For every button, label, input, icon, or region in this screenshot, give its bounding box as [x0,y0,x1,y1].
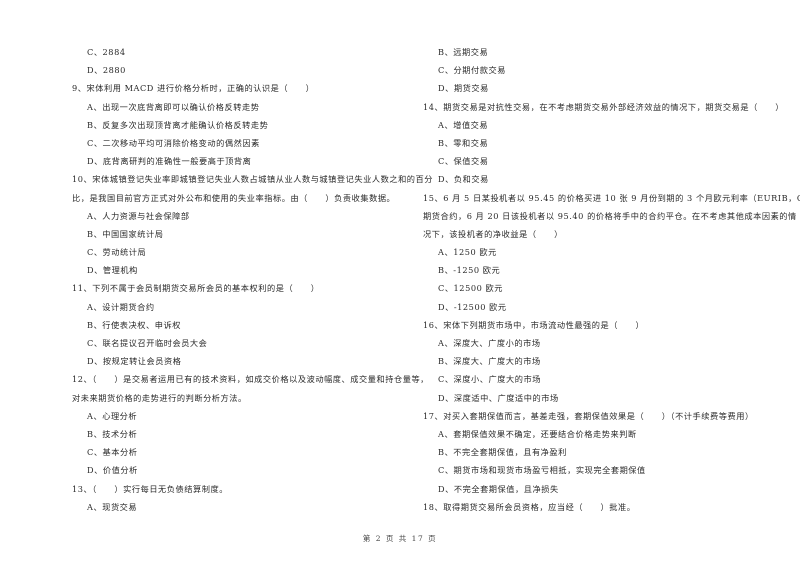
answer-option: C、分期付款交易 [438,65,506,76]
question-stem: 15、6 月 5 日某投机者以 95.45 的价格买进 10 张 9 月份到期的… [423,192,800,203]
answer-option: B、-1250 欧元 [438,265,501,276]
answer-option: D、管理机构 [87,265,138,276]
answer-option: A、套期保值效果不确定，还要结合价格走势来判断 [438,428,637,439]
question-stem: 12、（ ）是交易者运用已有的技术资料，如成交价格以及波动幅度、成交量和持仓量等… [72,374,429,385]
answer-option: A、心理分析 [87,410,138,421]
answer-option: D、-12500 欧元 [438,301,507,312]
question-stem: 14、期货交易是对抗性交易，在不考虑期货交易外部经济效益的情况下，期货交易是（ … [423,101,785,112]
question-stem-continuation: 况下，该投机者的净收益是（ ） [423,228,563,239]
answer-option: C、二次移动平均可消除价格变动的偶然因素 [87,137,260,148]
right-column: B、远期交易 C、分期付款交易 D、期货交易 14、期货交易是对抗性交易，在不考虑期货… [423,43,800,516]
question-stem-continuation: 期货合约，6 月 20 日该投机者以 95.40 的价格将手中的合约平仓。在不考… [423,210,797,221]
left-column: C、2884 D、2880 9、宋体利用 MACD 进行价格分析时，正确的认识是（ … [72,43,434,516]
answer-option: A、设计期货合约 [87,301,155,312]
question-stem-continuation: 对未来期货价格的走势进行的判断分析方法。 [72,392,247,403]
answer-option: C、联名提议召开临时会员大会 [87,338,208,348]
question-stem: 13、（ ）实行每日无负债结算制度。 [72,483,228,494]
answer-option: D、不完全套期保值，且净损失 [438,483,559,494]
answer-option: A、1250 欧元 [438,247,497,258]
question-stem: 10、宋体城镇登记失业率即城镇登记失业人数占城镇从业人数与城镇登记失业人数之和的… [72,174,434,185]
answer-option: C、期货市场和现货市场盈亏相抵，实现完全套期保值 [438,465,646,476]
answer-option: D、期货交易 [438,83,489,94]
answer-option: D、深度适中、广度适中的市场 [438,392,559,403]
answer-option: B、不完全套期保值，且有净盈利 [438,447,567,458]
question-stem: 17、对买入套期保值而言，基差走强，套期保值效果是（ ）（不计手续费等费用） [423,410,754,421]
answer-option: B、中国国家统计局 [87,228,164,239]
answer-option: B、深度大、广度大的市场 [438,356,541,367]
document-page: C、2884 D、2880 9、宋体利用 MACD 进行价格分析时，正确的认识是（ … [0,0,800,565]
answer-option: D、底背离研判的准确性一般要高于顶背离 [87,156,252,167]
answer-option: A、出现一次底背离即可以确认价格反转走势 [87,101,260,112]
answer-option: A、深度大、广度小的市场 [438,338,541,348]
answer-option: B、行使表决权、申诉权 [87,319,181,330]
question-stem: 11、下列不属于会员制期货交易所会员的基本权利的是（ ） [72,283,320,294]
answer-option: C、保值交易 [438,156,489,167]
question-stem-continuation: 比，是我国目前官方正式对外公布和使用的失业率指标。由（ ）负责收集数据。 [72,192,396,203]
answer-option: A、人力资源与社会保障部 [87,210,190,221]
answer-option: A、增值交易 [438,119,489,130]
answer-option: B、远期交易 [438,47,489,57]
answer-option: D、价值分析 [87,465,138,476]
question-stem: 16、宋体下列期货市场中，市场流动性最强的是（ ） [423,319,645,330]
question-stem: 9、宋体利用 MACD 进行价格分析时，正确的认识是（ ） [72,83,315,94]
answer-option: C、2884 [87,47,126,57]
answer-option: B、零和交易 [438,137,489,148]
question-stem: 18、取得期货交易所会员资格，应当经（ ）批准。 [423,501,636,512]
page-number: 第 2 页 共 17 页 [362,534,438,543]
answer-option: B、反复多次出现顶背离才能确认价格反转走势 [87,119,269,130]
answer-option: C、深度小、广度大的市场 [438,374,541,385]
answer-option: C、劳动统计局 [87,247,147,258]
answer-option: C、基本分析 [87,447,138,458]
answer-option: B、技术分析 [87,428,138,439]
answer-option: D、2880 [87,65,126,76]
answer-option: D、负和交易 [438,174,489,185]
answer-option: C、12500 欧元 [438,283,503,294]
answer-option: D、按规定转让会员资格 [87,356,182,367]
answer-option: A、现货交易 [87,501,138,512]
